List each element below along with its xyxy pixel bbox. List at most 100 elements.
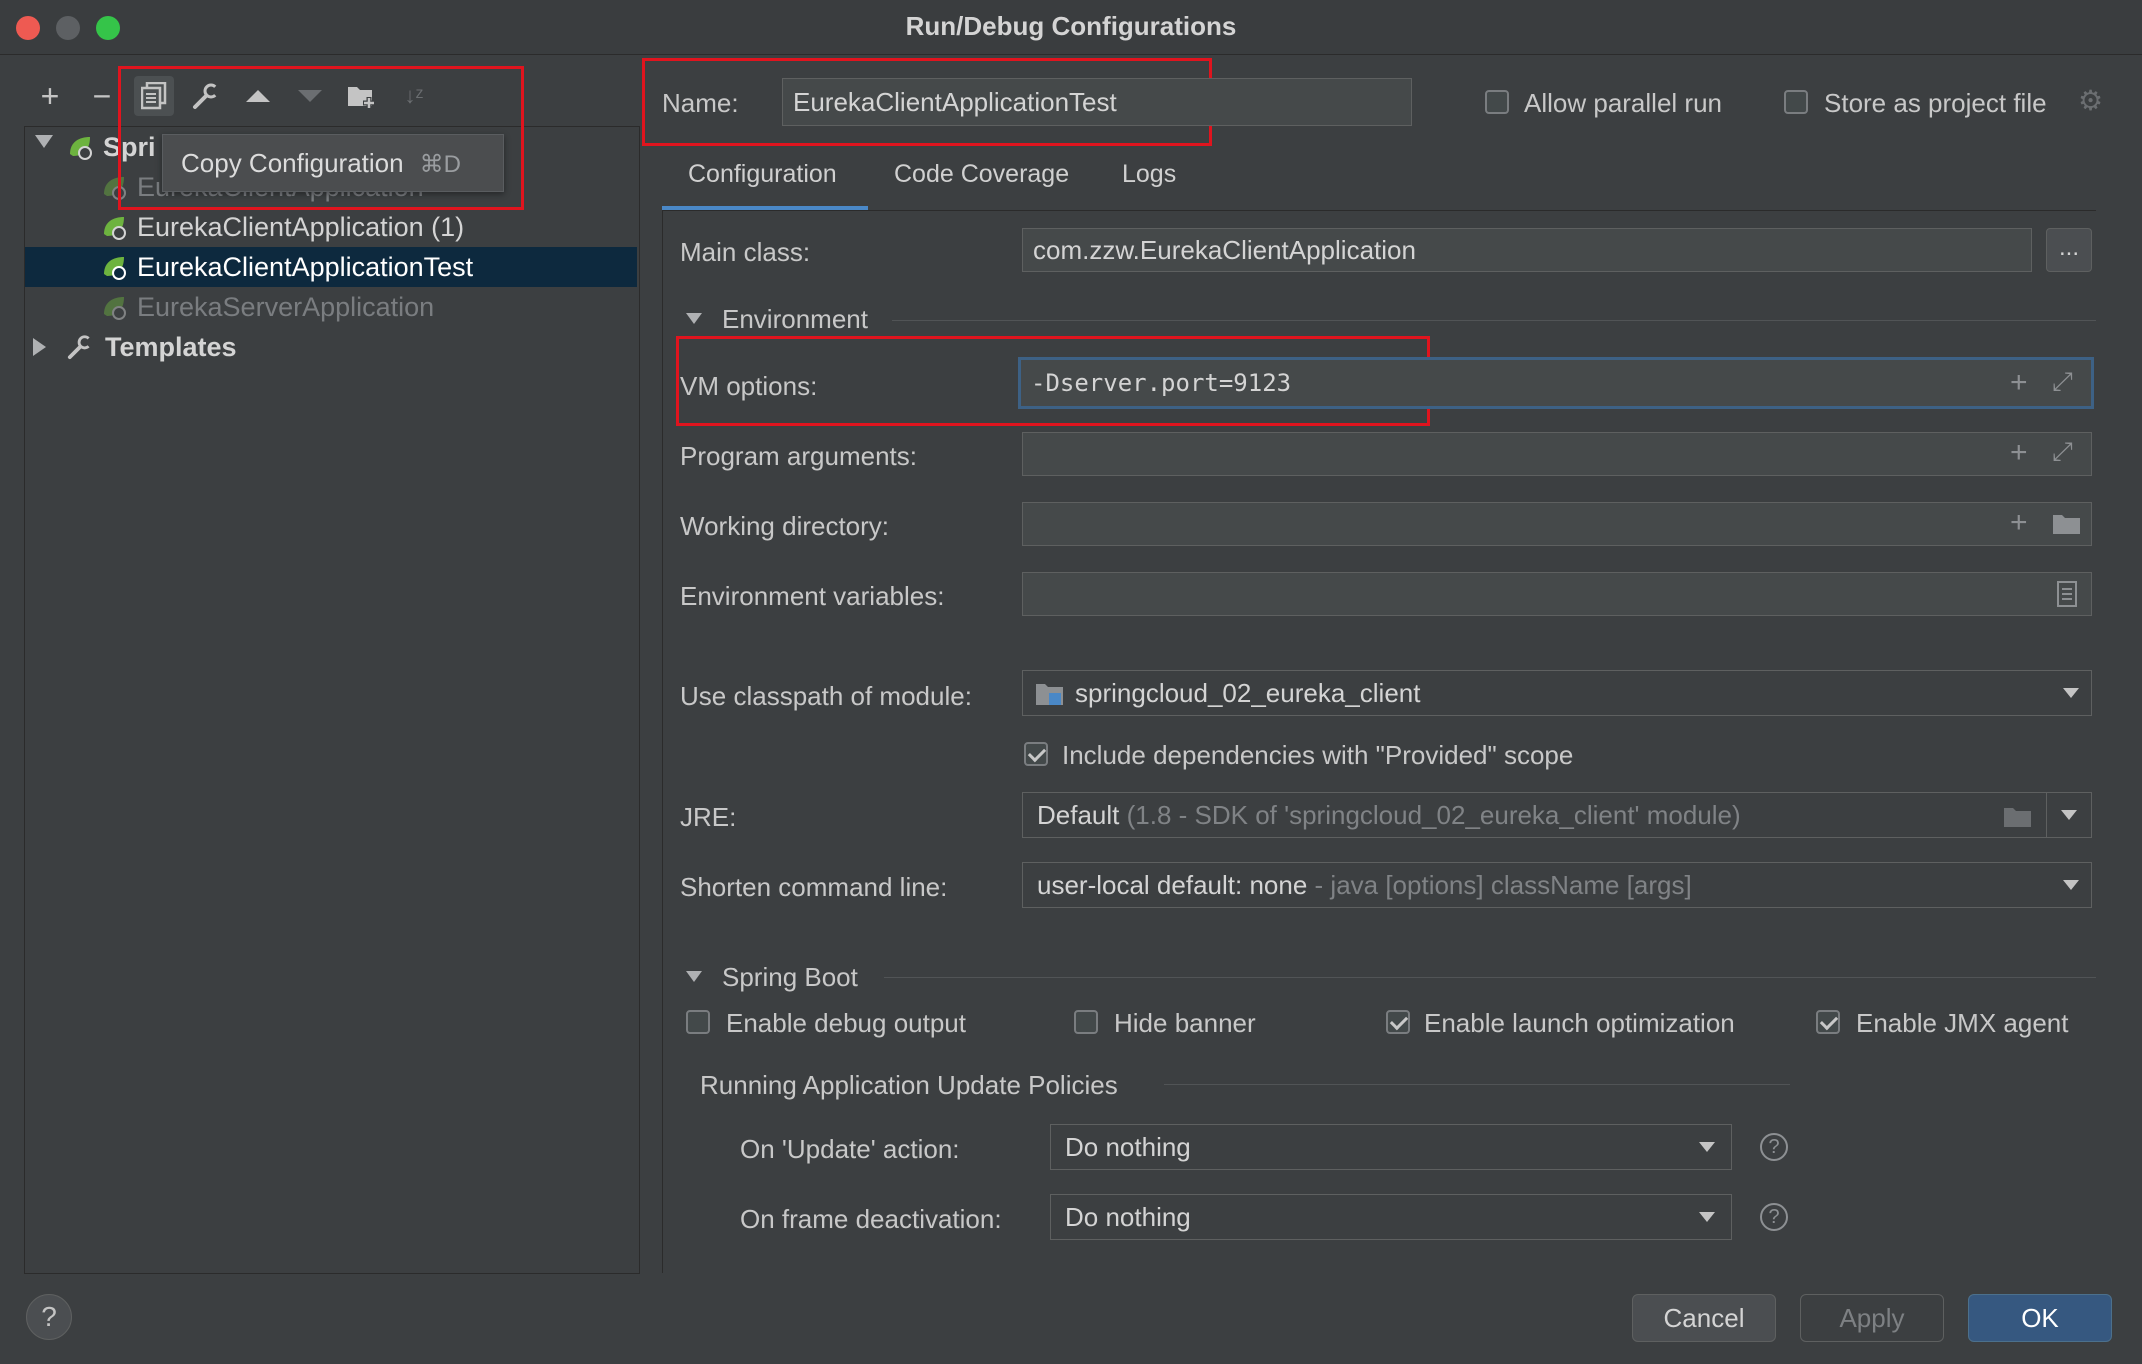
content-left-border: [662, 211, 663, 1273]
include-provided-checkbox[interactable]: [1024, 742, 1048, 766]
launch-optimization-checkbox[interactable]: [1386, 1010, 1410, 1034]
collapse-environment-icon[interactable]: [686, 313, 702, 324]
add-configuration-button[interactable]: +: [30, 76, 70, 116]
shorten-command-label: Shorten command line:: [680, 872, 948, 902]
add-icon[interactable]: +: [2010, 366, 2028, 400]
frame-deactivation-value: Do nothing: [1065, 1202, 1191, 1232]
jre-value: Default: [1037, 800, 1120, 830]
tab-logs[interactable]: Logs: [1122, 160, 1176, 189]
tree-item[interactable]: EurekaServerApplication: [25, 287, 637, 327]
working-directory-label: Working directory:: [680, 511, 890, 541]
frame-deactivation-label: On frame deactivation:: [740, 1204, 1002, 1234]
classpath-module-value: springcloud_02_eureka_client: [1075, 678, 1421, 708]
launch-optimization-label: Enable launch optimization: [1424, 1008, 1735, 1038]
apply-button[interactable]: Apply: [1800, 1294, 1944, 1342]
shorten-command-value: user-local default: none: [1037, 870, 1308, 900]
environment-variables-input[interactable]: [1022, 572, 2092, 616]
frame-deactivation-help-icon[interactable]: ?: [1760, 1203, 1788, 1231]
title-bar: Run/Debug Configurations: [0, 0, 2142, 55]
tree-node-templates[interactable]: Templates: [25, 327, 637, 367]
hide-banner-label: Hide banner: [1114, 1008, 1256, 1038]
update-action-value: Do nothing: [1065, 1132, 1191, 1162]
tab-configuration[interactable]: Configuration: [688, 160, 837, 189]
frame-deactivation-select[interactable]: Do nothing: [1050, 1194, 1732, 1240]
tree-item-label: EurekaClientApplicationTest: [137, 252, 474, 282]
name-input[interactable]: EurekaClientApplicationTest: [782, 78, 1412, 126]
collapse-spring-boot-icon[interactable]: [686, 971, 702, 982]
tree-item-label: EurekaServerApplication: [137, 292, 435, 322]
ok-button[interactable]: OK: [1968, 1294, 2112, 1342]
cancel-button[interactable]: Cancel: [1632, 1294, 1776, 1342]
tab-code-coverage[interactable]: Code Coverage: [894, 160, 1069, 189]
add-icon[interactable]: +: [2010, 436, 2028, 470]
jmx-agent-checkbox[interactable]: [1816, 1010, 1840, 1034]
expand-icon[interactable]: ⤢: [2052, 366, 2073, 398]
tree-item-label: EurekaClientApplication (1): [137, 212, 465, 242]
tree-item-selected[interactable]: EurekaClientApplicationTest: [25, 247, 637, 287]
remove-configuration-button[interactable]: −: [82, 76, 122, 116]
jre-hint: (1.8 - SDK of 'springcloud_02_eureka_cli…: [1126, 800, 1741, 830]
jmx-agent-label: Enable JMX agent: [1856, 1008, 2069, 1038]
update-action-label: On 'Update' action:: [740, 1134, 960, 1164]
program-arguments-input[interactable]: [1022, 432, 2092, 476]
plus-icon: +: [40, 77, 60, 114]
working-directory-input[interactable]: [1022, 502, 2092, 546]
folder-icon[interactable]: [2052, 512, 2082, 536]
jre-dropdown-button[interactable]: [2046, 792, 2092, 838]
enable-debug-label: Enable debug output: [726, 1008, 966, 1038]
hide-banner-checkbox[interactable]: [1074, 1010, 1098, 1034]
store-project-checkbox[interactable]: [1784, 90, 1808, 114]
tree-templates-label: Templates: [105, 332, 237, 362]
vm-options-input[interactable]: -Dserver.port=9123: [1018, 357, 2094, 409]
expand-icon[interactable]: ⤢: [2052, 436, 2073, 468]
environment-variables-label: Environment variables:: [680, 581, 945, 611]
spring-boot-section-label: Spring Boot: [722, 962, 858, 992]
expand-arrow-icon[interactable]: [35, 135, 53, 148]
expand-arrow-icon[interactable]: [33, 338, 46, 356]
update-policies-label: Running Application Update Policies: [700, 1070, 1118, 1100]
shorten-command-select[interactable]: user-local default: none - java [options…: [1022, 862, 2092, 908]
tab-divider: [662, 210, 2096, 211]
chevron-down-icon: [1699, 1212, 1715, 1222]
program-arguments-label: Program arguments:: [680, 441, 917, 471]
spring-boot-icon: [104, 297, 126, 320]
chevron-down-icon: [2063, 688, 2079, 698]
chevron-down-icon: [2061, 810, 2077, 820]
main-class-input[interactable]: com.zzw.EurekaClientApplication: [1022, 228, 2032, 272]
browse-main-class-button[interactable]: ...: [2046, 228, 2092, 272]
module-folder-icon: [1036, 684, 1063, 705]
allow-parallel-checkbox[interactable]: [1485, 90, 1509, 114]
name-label: Name:: [662, 88, 739, 118]
document-icon[interactable]: [2056, 580, 2078, 608]
shorten-command-hint: - java [options] className [args]: [1314, 870, 1692, 900]
allow-parallel-label: Allow parallel run: [1524, 88, 1722, 118]
enable-debug-checkbox[interactable]: [686, 1010, 710, 1034]
jre-select[interactable]: Default (1.8 - SDK of 'springcloud_02_eu…: [1022, 792, 2048, 838]
tree-item[interactable]: EurekaClientApplication (1): [25, 207, 637, 247]
run-debug-dialog: Run/Debug Configurations + − ↓ᶻ Spri Eur…: [0, 0, 2142, 1364]
spring-boot-icon: [104, 217, 126, 240]
highlight-box-toolbar: [118, 66, 524, 210]
folder-icon[interactable]: [2003, 805, 2033, 829]
wrench-icon: [67, 335, 93, 360]
minus-icon: −: [92, 77, 112, 114]
spring-boot-icon: [104, 257, 126, 280]
update-action-help-icon[interactable]: ?: [1760, 1133, 1788, 1161]
classpath-module-select[interactable]: springcloud_02_eureka_client: [1022, 670, 2092, 716]
store-project-label: Store as project file: [1824, 88, 2047, 118]
spring-boot-icon: [70, 137, 92, 160]
environment-divider: [892, 320, 2096, 321]
configuration-tree: Spri EurekaClientApplication EurekaClien…: [24, 126, 640, 1274]
main-class-label: Main class:: [680, 237, 811, 267]
add-icon[interactable]: +: [2010, 506, 2028, 540]
spring-boot-divider: [884, 977, 2096, 978]
window-title: Run/Debug Configurations: [905, 11, 1237, 41]
classpath-module-label: Use classpath of module:: [680, 681, 972, 711]
chevron-down-icon: [2063, 880, 2079, 890]
gear-icon[interactable]: ⚙: [2078, 84, 2103, 117]
vm-options-label: VM options:: [680, 371, 818, 401]
include-provided-label: Include dependencies with "Provided" sco…: [1062, 740, 1574, 770]
update-action-select[interactable]: Do nothing: [1050, 1124, 1732, 1170]
help-button[interactable]: ?: [26, 1294, 72, 1340]
update-policies-divider: [1164, 1084, 1790, 1085]
